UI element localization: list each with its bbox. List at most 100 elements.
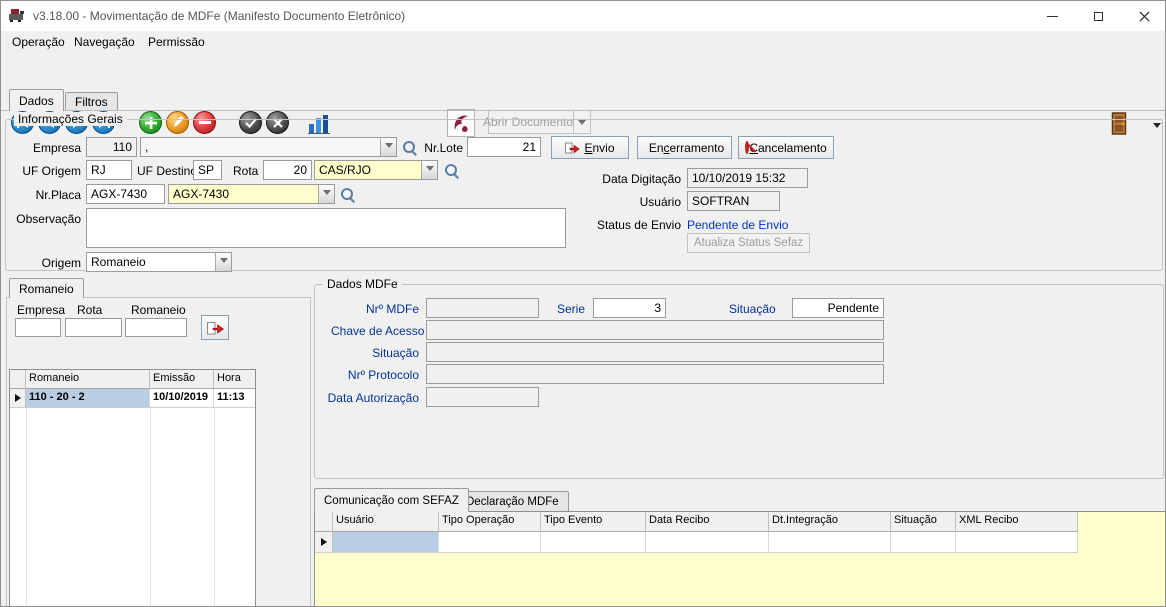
data-autorizacao-label: Data Autorização [321,391,419,405]
romaneio-grid: Romaneio Emissão Hora 110 - 20 - 2 10/10… [9,369,256,607]
row-indicator [10,389,26,408]
column-header-romaneio[interactable]: Romaneio [26,370,150,389]
chave-acesso-label: Chave de Acesso [331,324,419,338]
romaneio-rota-label: Rota [77,303,102,317]
tab-romaneio[interactable]: Romaneio [9,278,84,298]
column-header-situacao[interactable]: Situação [891,512,956,532]
empresa-combo-arrow[interactable] [380,138,396,156]
empresa-combo[interactable]: , [140,137,397,157]
status-envio-value: Pendente de Envio [687,218,788,232]
data-digitacao-label: Data Digitação [561,172,681,186]
encerramento-label: Encerramento [649,141,724,155]
observacao-field[interactable] [86,208,566,248]
column-header-tipo-operacao[interactable]: Tipo Operação [439,512,541,532]
uf-destino-field[interactable]: SP [193,160,222,180]
tab-declaracao-mdfe-label: Declaração MDFe [466,496,559,508]
application-window: v3.18.00 - Movimentação de MDFe (Manifes… [0,0,1166,607]
tab-dados[interactable]: Dados [9,89,64,111]
sefaz-grid: Usuário Tipo Operação Tipo Evento Data R… [314,511,1166,607]
encerramento-button[interactable]: Encerramento [637,136,732,159]
cell-data-recibo[interactable] [646,532,769,553]
data-autorizacao-field[interactable] [426,387,539,407]
tab-filtros[interactable]: Filtros [65,92,118,110]
cell-dt-integracao[interactable] [769,532,891,553]
cell-emissao[interactable]: 10/10/2019 [150,389,214,408]
situacao-field[interactable]: Pendente [792,298,884,318]
menu-operacao[interactable]: Operação [5,33,72,52]
placa-search-icon[interactable] [340,187,356,203]
nrlote-field[interactable]: 21 [467,137,541,157]
nrlote-label: Nr.Lote [413,141,463,155]
rota-search-icon[interactable] [444,163,460,179]
cell-usuario[interactable] [333,532,439,553]
chave-acesso-field[interactable] [426,320,884,340]
origem-label: Origem [7,256,81,270]
placa-combo[interactable]: AGX-7430 [168,184,335,204]
maximize-icon [1094,12,1103,21]
romaneio-romaneio-field[interactable] [125,318,187,337]
romaneio-load-button[interactable] [201,315,229,340]
app-icon[interactable] [8,7,26,27]
rota-label: Rota [233,164,258,178]
empresa-combo-value: , [141,138,380,156]
minimize-button[interactable] [1029,1,1075,31]
minimize-icon [1047,16,1058,17]
column-header-xml-recibo[interactable]: XML Recibo [956,512,1078,532]
column-header-usuario[interactable]: Usuário [333,512,439,532]
grid-line [26,389,27,606]
romaneio-empresa-label: Empresa [17,303,65,317]
situacao-label: Situação [729,302,776,316]
data-digitacao-field[interactable]: 10/10/2019 15:32 [687,168,808,188]
placa-combo-arrow[interactable] [318,185,334,203]
romaneio-romaneio-label: Romaneio [131,303,186,317]
uf-origem-field[interactable]: RJ [86,160,132,180]
envio-button[interactable]: Envio [551,136,629,159]
row-indicator [315,532,333,553]
cell-tipo-operacao[interactable] [439,532,541,553]
window-title: v3.18.00 - Movimentação de MDFe (Manifes… [33,9,405,23]
origem-combo-arrow[interactable] [215,253,231,271]
rota-combo[interactable]: CAS/RJO [314,160,438,180]
rota-field[interactable]: 20 [263,160,312,180]
nr-protocolo-field[interactable] [426,364,884,384]
romaneio-grid-row[interactable]: 110 - 20 - 2 10/10/2019 11:13 [10,389,255,408]
situacao2-label: Situação [331,346,419,360]
romaneio-rota-field[interactable] [65,318,122,337]
cancelamento-button[interactable]: Cancelamento [738,136,834,159]
usuario-field[interactable]: SOFTRAN [687,191,780,211]
origem-combo[interactable]: Romaneio [86,252,232,272]
cell-situacao[interactable] [891,532,956,553]
tab-dados-label: Dados [19,94,54,108]
nr-placa-label: Nr.Placa [7,188,81,202]
cell-xml-recibo[interactable] [956,532,1078,553]
rota-combo-value: CAS/RJO [315,161,421,179]
empresa-field[interactable]: 110 [86,137,137,157]
column-header-data-recibo[interactable]: Data Recibo [646,512,769,532]
grid-indicator-header [10,370,26,389]
grid-line [150,389,151,606]
cell-tipo-evento[interactable] [541,532,646,553]
sefaz-grid-row[interactable] [315,532,1166,553]
rota-combo-arrow[interactable] [421,161,437,179]
sefaz-grid-header: Usuário Tipo Operação Tipo Evento Data R… [315,512,1166,532]
situacao2-field[interactable] [426,342,884,362]
envio-label: Envio [584,141,614,155]
column-header-emissao[interactable]: Emissão [150,370,214,389]
tab-declaracao-mdfe[interactable]: Declaração MDFe [456,491,569,511]
menu-permissao[interactable]: Permissão [141,33,212,52]
atualiza-status-sefaz-button[interactable]: Atualiza Status Sefaz [687,233,810,253]
cell-hora[interactable]: 11:13 [214,389,255,408]
column-header-tipo-evento[interactable]: Tipo Evento [541,512,646,532]
close-button[interactable] [1121,1,1166,31]
serie-field[interactable]: 3 [593,298,666,318]
menu-navegacao[interactable]: Navegação [67,33,142,52]
column-header-hora[interactable]: Hora [214,370,255,389]
column-header-dt-integracao[interactable]: Dt.Integração [769,512,891,532]
cell-romaneio[interactable]: 110 - 20 - 2 [26,389,150,408]
nr-mdfe-field[interactable] [426,298,539,318]
grid-indicator-header [315,512,333,532]
tab-comunicacao-sefaz[interactable]: Comunicação com SEFAZ [314,488,469,512]
romaneio-empresa-field[interactable] [15,318,61,337]
nr-placa-field[interactable]: AGX-7430 [86,184,165,204]
maximize-button[interactable] [1075,1,1121,31]
